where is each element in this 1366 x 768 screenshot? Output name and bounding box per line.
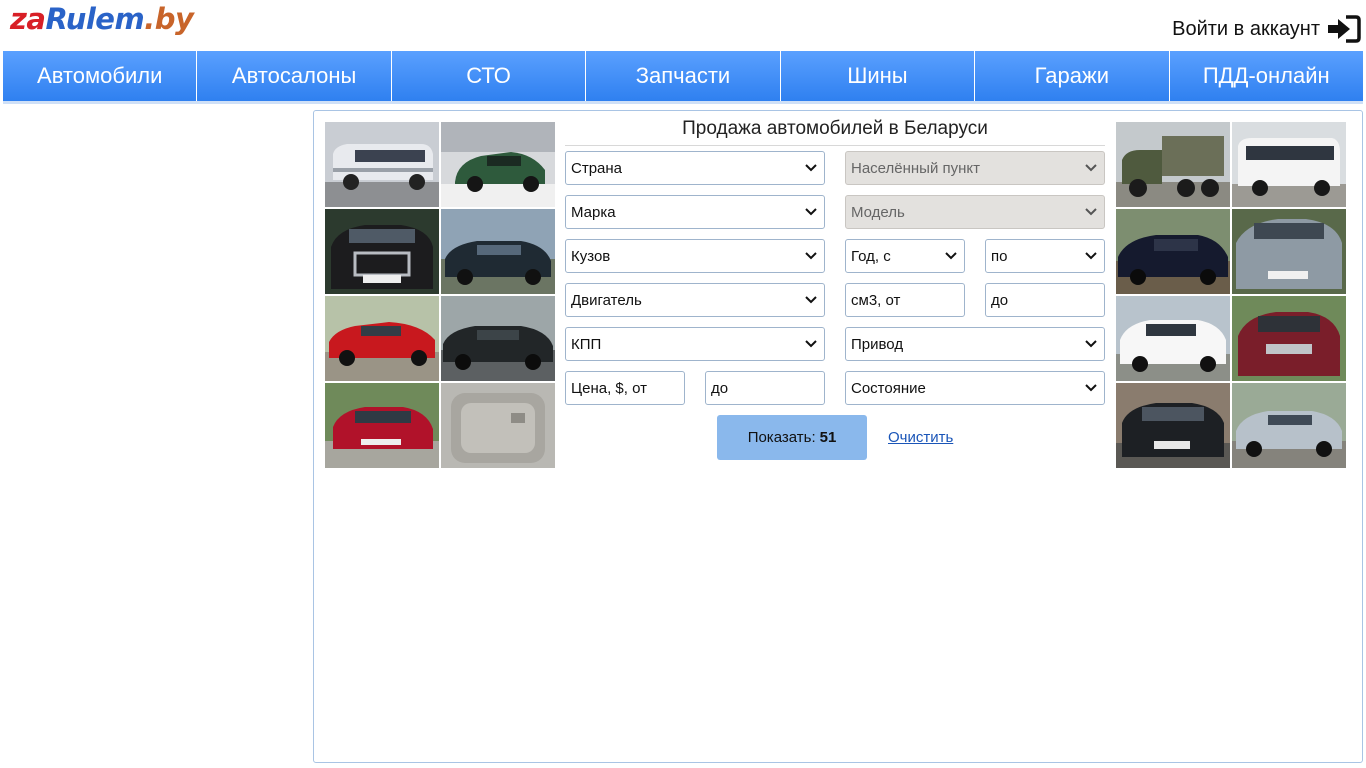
car-thumbnail[interactable] [1232,296,1346,381]
nav-item-tires[interactable]: Шины [779,51,975,101]
nav-item-cars[interactable]: Автомобили [3,51,197,101]
model-select[interactable]: Модель [845,195,1105,229]
car-thumbnail[interactable] [1116,209,1230,294]
locality-select-value: Населённый пункт [851,159,981,177]
car-thumbnail[interactable] [325,122,439,207]
logo-part-by: .by [144,2,194,36]
volume-to-input[interactable]: до [985,283,1105,317]
year-to-select[interactable]: по [985,239,1105,273]
volume-from-input[interactable]: см3, от [845,283,965,317]
page-title: Продажа автомобилей в Беларуси [682,118,988,139]
car-thumbnail[interactable] [1232,383,1346,468]
country-select-value: Страна [571,159,623,177]
title-divider [565,145,1105,146]
chevron-down-icon [945,252,957,260]
car-thumbnail[interactable] [1116,122,1230,207]
chevron-down-icon [805,208,817,216]
login-label: Войти в аккаунт [1172,17,1320,40]
brand-select[interactable]: Марка [565,195,825,229]
year-from-select[interactable]: Год, с [845,239,965,273]
login-link[interactable]: Войти в аккаунт [1172,12,1362,46]
gearbox-select[interactable]: КПП [565,327,825,361]
chevron-down-icon [1085,340,1097,348]
main-nav: Автомобили Автосалоны СТО Запчасти Шины … [3,51,1363,101]
condition-select[interactable]: Состояние [845,371,1105,405]
chevron-down-icon [1085,164,1097,172]
nav-item-dealers[interactable]: Автосалоны [196,51,391,101]
chevron-down-icon [1085,384,1097,392]
car-thumbnails-right [1116,122,1346,468]
price-from-input[interactable]: Цена, $, от [565,371,685,405]
chevron-down-icon [805,252,817,260]
site-logo[interactable]: zaRulem.by [10,2,194,36]
brand-select-value: Марка [571,203,616,221]
country-select[interactable]: Страна [565,151,825,185]
volume-from-placeholder: см3, от [851,291,901,309]
nav-item-traffic-rules[interactable]: ПДД-онлайн [1168,51,1363,101]
nav-item-service[interactable]: СТО [390,51,586,101]
price-to-placeholder: до [711,379,729,397]
car-thumbnails-left [325,122,555,468]
sign-in-icon [1326,14,1362,44]
chevron-down-icon [805,340,817,348]
page: zaRulem.by Войти в аккаунт Автомобили Ав… [0,0,1366,768]
chevron-down-icon [1085,252,1097,260]
car-thumbnail[interactable] [325,383,439,468]
clear-filters-link[interactable]: Очистить [888,429,953,446]
chevron-down-icon [805,164,817,172]
price-from-placeholder: Цена, $, от [571,379,647,397]
drive-select-value: Привод [851,335,904,353]
gearbox-select-value: КПП [571,335,602,353]
car-thumbnail[interactable] [1116,296,1230,381]
year-to-select-value: по [991,247,1008,265]
year-from-select-value: Год, с [851,247,891,265]
car-thumbnail[interactable] [1116,383,1230,468]
nav-item-garages[interactable]: Гаражи [974,51,1169,101]
car-thumbnail[interactable] [441,383,555,468]
drive-select[interactable]: Привод [845,327,1105,361]
chevron-down-icon [805,296,817,304]
body-select[interactable]: Кузов [565,239,825,273]
car-thumbnail[interactable] [1232,122,1346,207]
car-thumbnail[interactable] [441,122,555,207]
logo-part-rulem: Rulem [45,2,145,36]
nav-shadow [3,101,1363,104]
show-results-button[interactable]: Показать: 51 [717,415,867,460]
show-results-label: Показать: [747,429,816,446]
body-select-value: Кузов [571,247,611,265]
car-thumbnail[interactable] [441,296,555,381]
model-select-value: Модель [851,203,905,221]
engine-select[interactable]: Двигатель [565,283,825,317]
car-thumbnail[interactable] [1232,209,1346,294]
price-to-input[interactable]: до [705,371,825,405]
engine-select-value: Двигатель [571,291,642,309]
car-thumbnail[interactable] [325,296,439,381]
locality-select[interactable]: Населённый пункт [845,151,1105,185]
car-thumbnail[interactable] [325,209,439,294]
condition-select-value: Состояние [851,379,926,397]
chevron-down-icon [1085,208,1097,216]
results-count: 51 [819,429,837,446]
logo-part-za: za [10,2,46,36]
volume-to-placeholder: до [991,291,1009,309]
car-thumbnail[interactable] [441,209,555,294]
nav-item-parts[interactable]: Запчасти [585,51,780,101]
